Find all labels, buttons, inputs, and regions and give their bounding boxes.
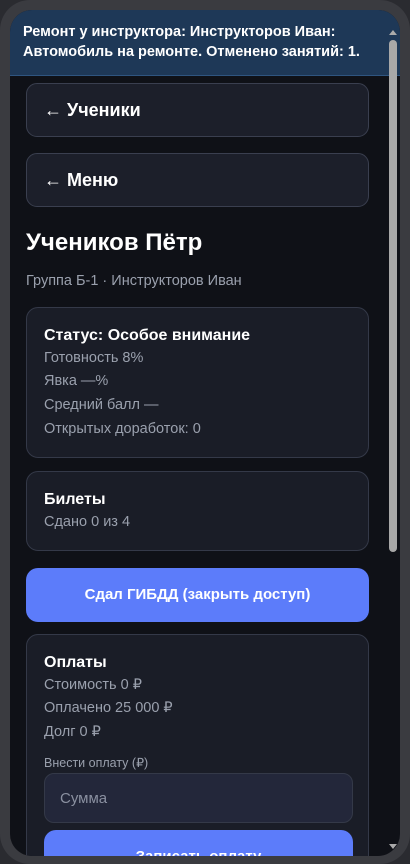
record-payment-button[interactable]: Записать оплату xyxy=(44,830,353,856)
payment-debt: Долг 0 ₽ xyxy=(44,724,101,740)
open-tasks-value: Открытых доработок: 0 xyxy=(44,421,201,437)
attendance-value: Явка —% xyxy=(44,373,109,389)
back-to-students-button[interactable]: ← Ученики xyxy=(26,83,369,137)
payment-amount-label: Внести оплату (₽) xyxy=(44,756,149,770)
banner-line-1: Ремонт у инструктора: Инструкторов Иван: xyxy=(23,24,336,40)
repair-notification-banner: Ремонт у инструктора: Инструкторов Иван:… xyxy=(10,10,400,76)
payments-card: Оплаты Стоимость 0 ₽ Оплачено 25 000 ₽ Д… xyxy=(26,634,369,856)
banner-line-2: Автомобиль на ремонте. Отменено занятий:… xyxy=(23,44,360,60)
payment-cost: Стоимость 0 ₽ xyxy=(44,677,142,693)
scroll-down-arrow-icon[interactable] xyxy=(389,844,397,849)
payments-card-title: Оплаты xyxy=(44,654,107,671)
device-frame: Ремонт у инструктора: Инструкторов Иван:… xyxy=(0,0,410,864)
page-title: Учеников Пётр xyxy=(26,229,203,256)
average-score-value: Средний балл — xyxy=(44,397,159,413)
tickets-card-title: Билеты xyxy=(44,491,106,508)
tickets-card: Билеты Сдано 0 из 4 xyxy=(26,471,369,551)
payment-amount-input[interactable] xyxy=(44,773,353,823)
payment-paid: Оплачено 25 000 ₽ xyxy=(44,700,173,716)
app-screen: Ремонт у инструктора: Инструкторов Иван:… xyxy=(10,10,400,856)
back-to-menu-button[interactable]: ← Меню xyxy=(26,153,369,207)
passed-gibdd-button[interactable]: Сдал ГИБДД (закрыть доступ) xyxy=(26,568,369,622)
tickets-progress: Сдано 0 из 4 xyxy=(44,514,131,530)
status-card: Статус: Особое внимание Готовность 8% Яв… xyxy=(26,307,369,458)
scroll-up-arrow-icon[interactable] xyxy=(389,30,397,35)
vertical-scrollbar[interactable] xyxy=(386,24,400,856)
readiness-value: Готовность 8% xyxy=(44,350,144,366)
scrollbar-thumb[interactable] xyxy=(389,40,397,552)
student-group-subtitle: Группа Б-1 · Инструкторов Иван xyxy=(26,273,242,289)
status-card-title: Статус: Особое внимание xyxy=(44,327,251,344)
